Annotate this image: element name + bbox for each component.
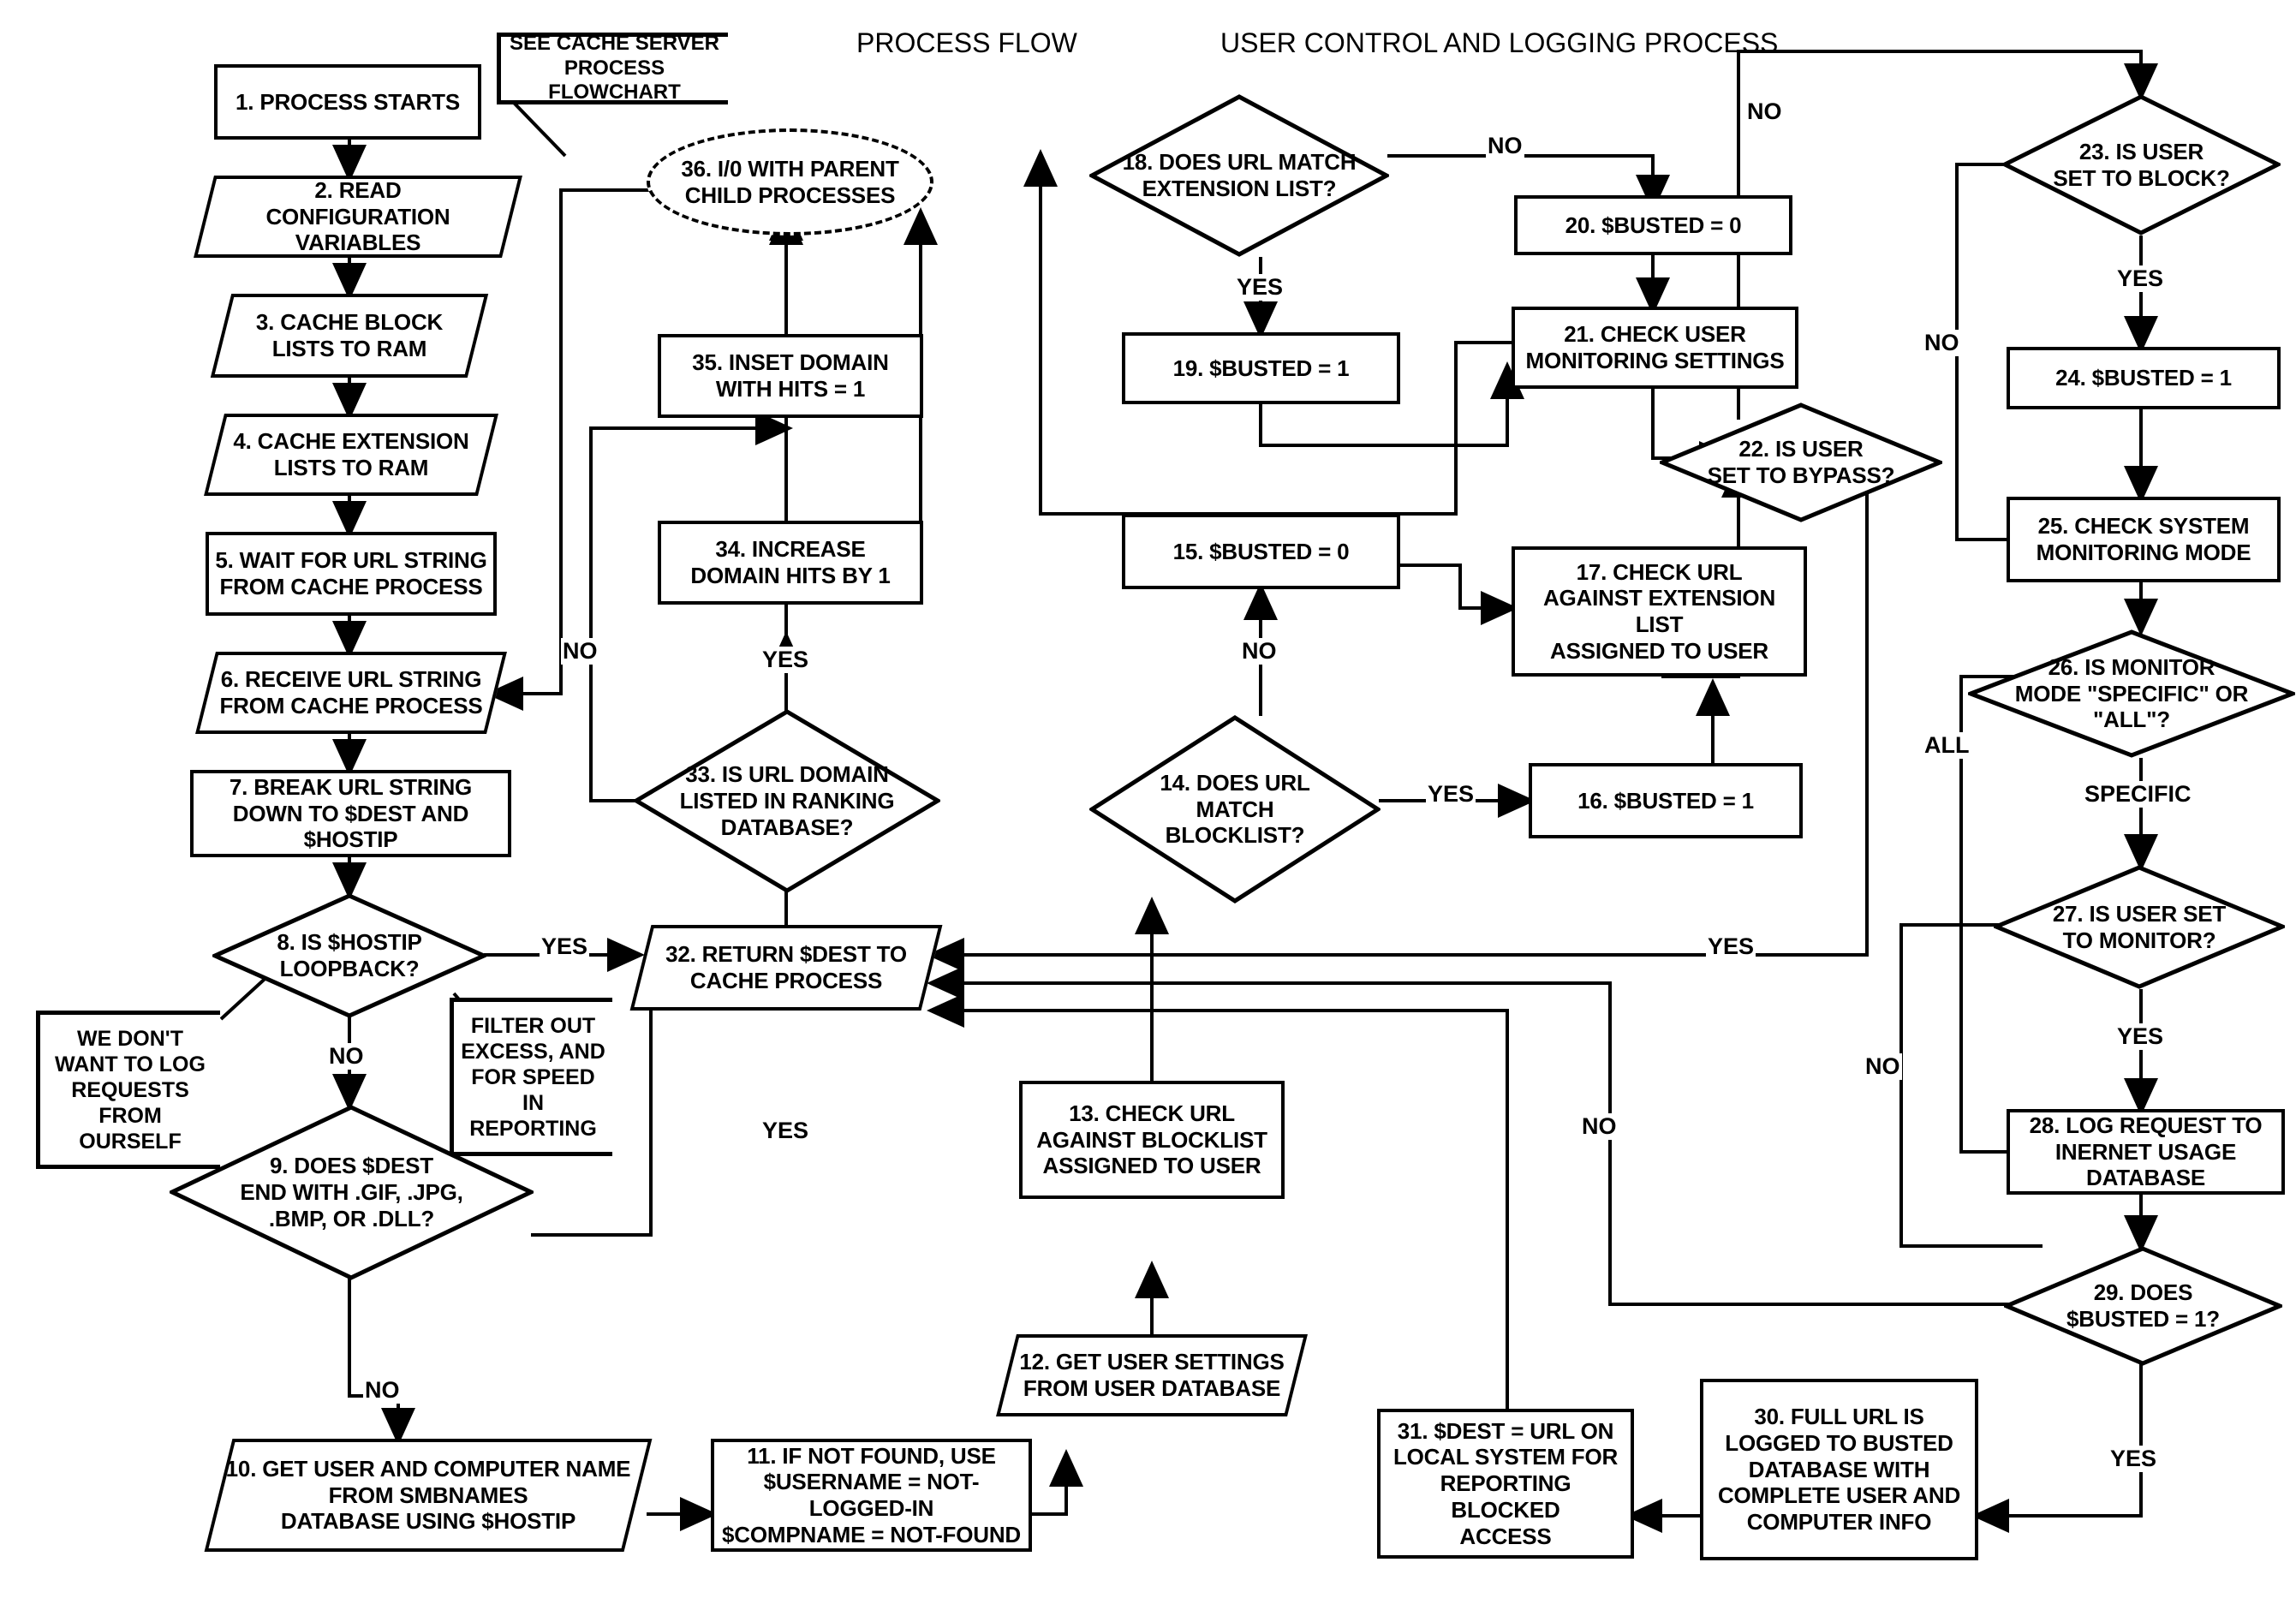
edge-label-27-no: NO (1864, 1053, 1902, 1080)
flowchart-canvas: PROCESS FLOW USER CONTROL AND LOGGING PR… (0, 0, 2296, 1610)
node-18-does-url-match-extension-list[interactable]: 18. DOES URL MATCH EXTENSION LIST? (1089, 94, 1389, 257)
node-12-get-user-settings[interactable]: 12. GET USER SETTINGS FROM USER DATABASE (996, 1334, 1308, 1416)
node-26-is-monitor-mode-specific-or-all[interactable]: 26. IS MONITOR MODE "SPECIFIC" OR "ALL"? (1968, 629, 2295, 758)
edge-label-8-no: NO (327, 1043, 366, 1070)
edge-label-14-no: NO (1240, 638, 1279, 665)
node-4-cache-extension-lists-to-ram[interactable]: 4. CACHE EXTENSION LISTS TO RAM (204, 414, 498, 496)
node-34-increase-domain-hits[interactable]: 34. INCREASE DOMAIN HITS BY 1 (658, 521, 923, 605)
node-13-check-url-against-blocklist[interactable]: 13. CHECK URL AGAINST BLOCKLIST ASSIGNED… (1019, 1081, 1285, 1199)
node-32-return-dest-to-cache-process[interactable]: 32. RETURN $DEST TO CACHE PROCESS (629, 925, 943, 1011)
node-35-inset-domain-with-hits[interactable]: 35. INSET DOMAIN WITH HITS = 1 (658, 334, 923, 418)
node-17-check-url-against-extension-list[interactable]: 17. CHECK URL AGAINST EXTENSION LIST ASS… (1512, 546, 1807, 677)
node-33-is-url-domain-in-ranking-database[interactable]: 33. IS URL DOMAIN LISTED IN RANKING DATA… (634, 709, 940, 893)
node-5-wait-for-url-string[interactable]: 5. WAIT FOR URL STRING FROM CACHE PROCES… (206, 532, 497, 616)
edge-label-26-specific: SPECIFIC (2083, 781, 2193, 808)
edge-label-22-yes: YES (1706, 933, 1756, 960)
node-20-busted-equals-0[interactable]: 20. $BUSTED = 0 (1514, 195, 1792, 255)
edge-label-32-yes: YES (760, 1118, 811, 1144)
node-10-get-user-and-computer-name[interactable]: 10. GET USER AND COMPUTER NAME FROM SMBN… (204, 1439, 653, 1552)
edge-label-29-yes: YES (2108, 1446, 2159, 1472)
annotation-we-dont-want-to-log: WE DON'T WANT TO LOG REQUESTS FROM OURSE… (36, 1011, 220, 1169)
header-process-flow: PROCESS FLOW (856, 27, 1077, 58)
edge-label-8-yes: YES (540, 933, 590, 960)
node-23-is-user-set-to-block[interactable]: 23. IS USER SET TO BLOCK? (2002, 94, 2281, 236)
node-1-process-starts[interactable]: 1. PROCESS STARTS (214, 64, 481, 140)
edge-label-23-yes: YES (2115, 265, 2166, 292)
edge-label-18-no: NO (1486, 133, 1524, 159)
node-16-busted-equals-1[interactable]: 16. $BUSTED = 1 (1529, 763, 1803, 838)
node-28-log-request-to-internet-usage-database[interactable]: 28. LOG REQUEST TO INERNET USAGE DATABAS… (2007, 1109, 2285, 1195)
node-22-is-user-set-to-bypass[interactable]: 22. IS USER SET TO BYPASS? (1660, 402, 1942, 522)
edge-label-9-no: NO (363, 1377, 402, 1404)
node-6-receive-url-string[interactable]: 6. RECEIVE URL STRING FROM CACHE PROCESS (195, 652, 507, 734)
node-24-busted-equals-1[interactable]: 24. $BUSTED = 1 (2007, 347, 2281, 409)
node-11-if-not-found-use-defaults[interactable]: 11. IF NOT FOUND, USE $USERNAME = NOT-LO… (711, 1439, 1032, 1552)
node-7-break-url-string[interactable]: 7. BREAK URL STRING DOWN TO $DEST AND $H… (190, 770, 511, 857)
node-29-does-busted-equal-1[interactable]: 29. DOES $BUSTED = 1? (2004, 1246, 2282, 1366)
edge-label-22-no: NO (1745, 98, 1784, 125)
node-3-cache-block-lists-to-ram[interactable]: 3. CACHE BLOCK LISTS TO RAM (210, 294, 489, 378)
node-36-io-with-parent-child-processes[interactable]: 36. I/0 WITH PARENT CHILD PROCESSES (647, 128, 933, 236)
edge-label-18-yes: YES (1235, 274, 1285, 301)
edge-label-29-no: NO (1580, 1113, 1619, 1140)
node-14-does-url-match-blocklist[interactable]: 14. DOES URL MATCH BLOCKLIST? (1089, 715, 1381, 903)
node-27-is-user-set-to-monitor[interactable]: 27. IS USER SET TO MONITOR? (1994, 865, 2285, 989)
edge-label-23-no: NO (1923, 330, 1961, 356)
annotation-filter-out-excess: FILTER OUT EXCESS, AND FOR SPEED IN REPO… (450, 998, 612, 1156)
edge-label-33-yes: YES (760, 647, 811, 673)
edge-label-14-yes: YES (1426, 781, 1476, 808)
header-user-control-logging: USER CONTROL AND LOGGING PROCESS (1220, 27, 1779, 58)
edge-label-26-all: ALL (1923, 732, 1971, 759)
node-31-dest-equals-local-url[interactable]: 31. $DEST = URL ON LOCAL SYSTEM FOR REPO… (1377, 1409, 1634, 1559)
node-25-check-system-monitoring-mode[interactable]: 25. CHECK SYSTEM MONITORING MODE (2007, 497, 2281, 582)
node-15-busted-equals-0[interactable]: 15. $BUSTED = 0 (1122, 514, 1400, 589)
annotation-see-cache-server: SEE CACHE SERVER PROCESS FLOWCHART (497, 32, 728, 104)
node-30-full-url-logged-to-busted-database[interactable]: 30. FULL URL IS LOGGED TO BUSTED DATABAS… (1700, 1379, 1978, 1560)
edge-label-27-yes: YES (2115, 1023, 2166, 1050)
edge-label-33-no: NO (561, 638, 599, 665)
node-8-is-hostip-loopback[interactable]: 8. IS $HOSTIP LOOPBACK? (212, 893, 486, 1018)
node-19-busted-equals-1[interactable]: 19. $BUSTED = 1 (1122, 332, 1400, 404)
node-2-read-configuration-variables[interactable]: 2. READ CONFIGURATION VARIABLES (194, 176, 522, 258)
node-21-check-user-monitoring-settings[interactable]: 21. CHECK USER MONITORING SETTINGS (1512, 307, 1798, 389)
